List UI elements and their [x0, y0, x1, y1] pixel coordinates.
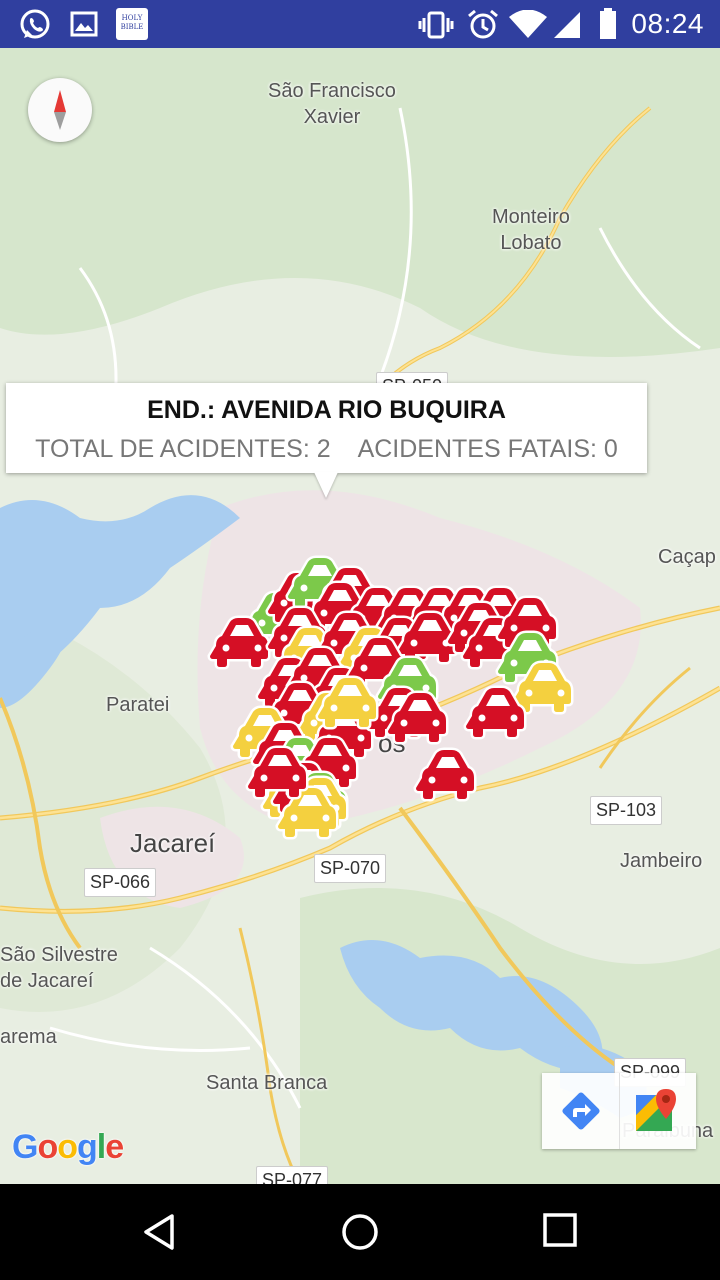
bible-app-icon: HOLY BIBLE [116, 8, 148, 40]
accident-markers[interactable] [0, 48, 720, 1184]
info-window-stats: TOTAL DE ACIDENTES: 2 ACIDENTES FATAIS: … [6, 435, 647, 464]
accident-marker-fatal[interactable] [413, 747, 477, 802]
navigation-bar [0, 1184, 720, 1280]
signal-icon [554, 12, 580, 38]
home-icon[interactable] [340, 1212, 380, 1252]
vibrate-icon [418, 11, 454, 39]
gallery-icon [70, 11, 98, 37]
directions-button[interactable] [542, 1073, 619, 1149]
directions-icon [561, 1092, 600, 1130]
google-maps-icon [636, 1089, 676, 1131]
compass-button[interactable] [28, 78, 92, 142]
google-logo: Google [12, 1128, 124, 1166]
info-window-pointer [314, 472, 338, 498]
open-maps-button[interactable] [619, 1073, 696, 1149]
info-window[interactable]: END.: AVENIDA RIO BUQUIRA TOTAL DE ACIDE… [6, 383, 647, 498]
fatal-accidents-label: ACIDENTES FATAIS: 0 [357, 435, 618, 463]
battery-icon [600, 8, 616, 39]
total-accidents-label: TOTAL DE ACIDENTES: 2 [35, 435, 331, 463]
recents-icon[interactable] [542, 1212, 578, 1248]
map-toolbar [542, 1073, 696, 1149]
back-icon[interactable] [140, 1212, 180, 1252]
alarm-icon [468, 9, 498, 39]
info-window-title: END.: AVENIDA RIO BUQUIRA [147, 396, 506, 424]
wifi-icon [509, 10, 547, 38]
map-view[interactable]: São Francisco Xavier Monteiro Lobato Caç… [0, 48, 720, 1184]
status-bar: HOLY BIBLE 08:24 [0, 0, 720, 48]
whatsapp-icon [20, 9, 50, 39]
status-time: 08:24 [631, 8, 704, 39]
compass-icon [54, 90, 66, 130]
